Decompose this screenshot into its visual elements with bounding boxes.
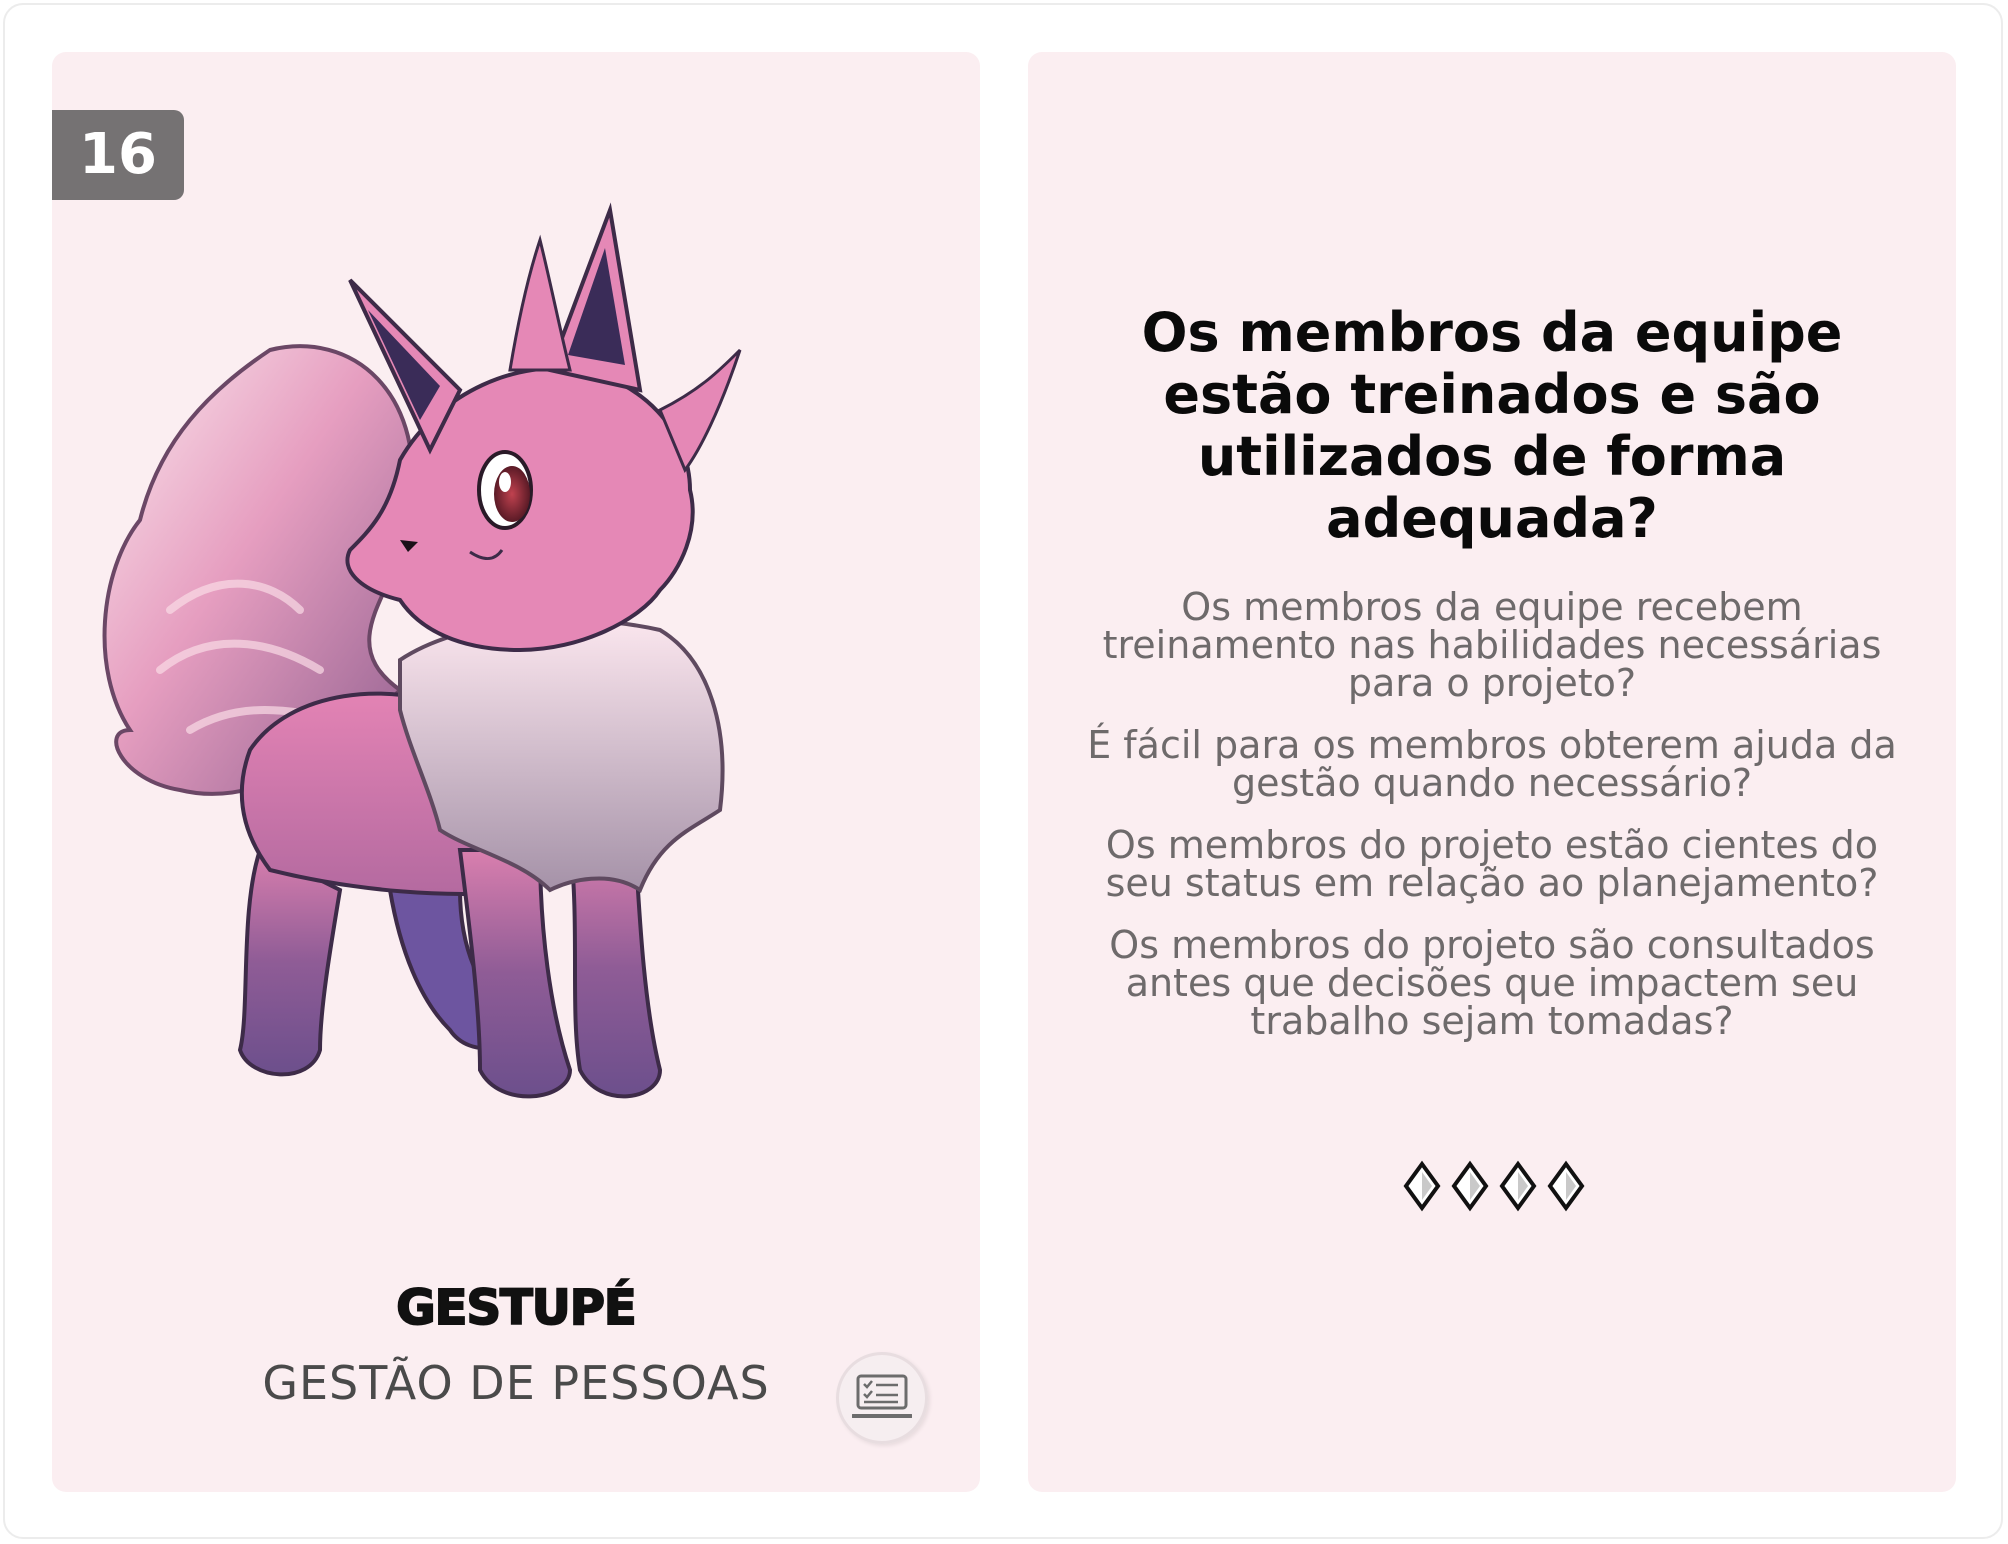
diamond-icon [1499,1160,1537,1212]
sub-question-list: Os membros da equipe recebem treinamento… [1080,588,1904,1064]
diamond-icon [1451,1160,1489,1212]
rating-diamonds [1403,1160,1585,1212]
question-title: Os membros da equipe estão treinados e s… [1141,301,1843,550]
creature-name: GESTUPÉ [395,1279,637,1337]
fox-creature-illustration [102,202,742,1099]
sub-question-2: É fácil para os membros obterem ajuda da… [1087,723,1897,805]
diamond-icon [1547,1160,1585,1212]
card-number-badge: 16 [52,110,184,200]
diamond-icon [1403,1160,1441,1212]
sub-question-1: Os membros da equipe recebem treinamento… [1102,585,1882,705]
laptop-checklist-icon [836,1352,928,1444]
sub-question-3: Os membros do projeto estão cientes do s… [1105,823,1879,905]
sub-question-4: Os membros do projeto são consultados an… [1109,923,1875,1043]
